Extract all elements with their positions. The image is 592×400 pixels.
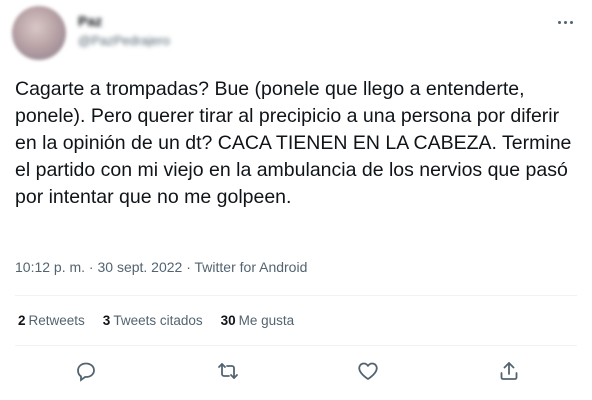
- author-display-name[interactable]: Paz: [78, 13, 118, 29]
- tweet-meta: 10:12 p. m. · 30 sept. 2022 · Twitter fo…: [15, 259, 307, 275]
- share-icon: [500, 362, 518, 380]
- retweets-stat[interactable]: 2 Retweets: [18, 313, 85, 328]
- heart-icon: [358, 362, 378, 380]
- likes-stat[interactable]: 30 Me gusta: [221, 313, 295, 328]
- retweet-icon: [218, 363, 238, 379]
- reply-button[interactable]: [74, 359, 98, 383]
- like-button[interactable]: [356, 359, 380, 383]
- share-button[interactable]: [497, 359, 521, 383]
- tweet-actions: [0, 356, 592, 386]
- author-handle[interactable]: @PazPedrajero: [78, 33, 170, 47]
- tweet-timestamp[interactable]: 10:12 p. m. · 30 sept. 2022 ·: [15, 259, 195, 275]
- tweet-card: Paz @PazPedrajero Cagarte a trompadas? B…: [0, 0, 592, 400]
- tweet-source[interactable]: Twitter for Android: [195, 259, 308, 275]
- retweet-button[interactable]: [216, 359, 240, 383]
- more-horizontal-icon: [557, 20, 573, 24]
- reply-icon: [77, 362, 95, 382]
- divider: [15, 295, 577, 296]
- avatar[interactable]: [12, 6, 66, 60]
- more-options-button[interactable]: [550, 10, 580, 34]
- tweet-text: Cagarte a trompadas? Bue (ponele que lle…: [15, 78, 572, 208]
- quotes-stat[interactable]: 3 Tweets citados: [103, 313, 203, 328]
- divider: [15, 345, 577, 346]
- tweet-stats: 2 Retweets 3 Tweets citados 30 Me gusta: [18, 313, 294, 328]
